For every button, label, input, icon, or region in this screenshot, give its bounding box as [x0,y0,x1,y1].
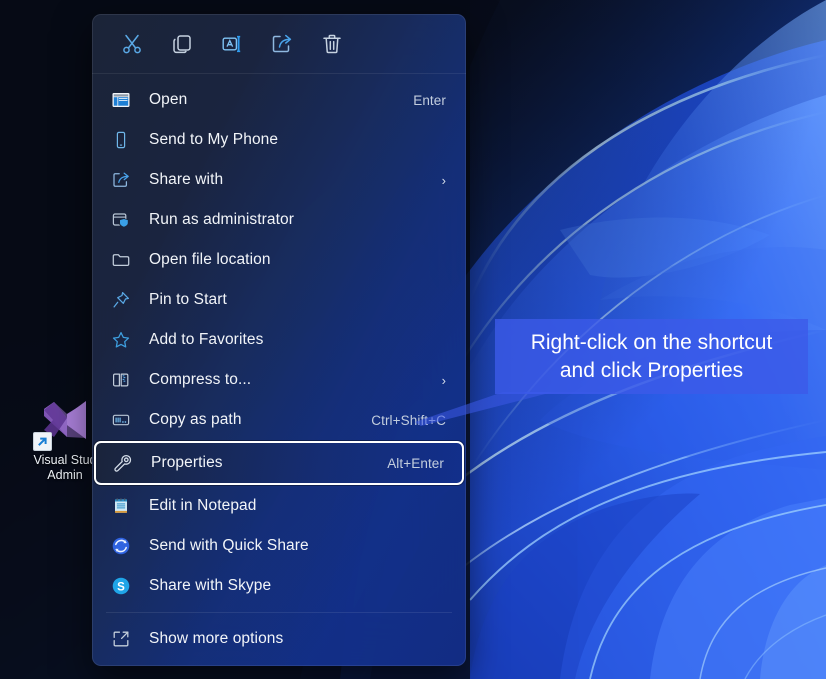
menu-item-label: Open file location [149,251,271,268]
chevron-right-icon: › [441,372,446,388]
star-icon [110,329,132,351]
copy-icon [170,32,194,56]
rename-button[interactable] [208,24,256,64]
context-menu[interactable]: Open Enter Send to My Phone Share with ›… [92,14,466,666]
quick-share-icon [110,535,132,557]
menu-item-copy-as-path[interactable]: Copy as path Ctrl+Shift+C [100,400,458,440]
share-icon [270,32,294,56]
menu-item-pin-to-start[interactable]: Pin to Start [100,280,458,320]
menu-item-compress-to[interactable]: Compress to... › [100,360,458,400]
menu-item-label: Edit in Notepad [149,497,257,514]
trash-icon [320,32,344,56]
menu-item-accelerator: Enter [413,92,446,108]
menu-item-accelerator: Alt+Enter [387,455,444,471]
menu-item-label: Properties [151,454,223,471]
visual-studio-icon [33,392,93,451]
menu-item-properties[interactable]: Properties Alt+Enter [94,441,464,485]
context-menu-command-bar [92,14,466,74]
shortcut-arrow-icon [33,432,52,451]
menu-item-label: Send to My Phone [149,131,279,148]
menu-item-send-with-quick-share[interactable]: Send with Quick Share [100,526,458,566]
menu-item-label: Share with [149,171,224,188]
menu-separator [106,612,452,613]
shield-window-icon [110,209,132,231]
callout-bubble: Right-click on the shortcut and click Pr… [495,319,808,394]
more-options-icon [110,628,132,650]
menu-item-label: Add to Favorites [149,331,264,348]
icon-label-line1: Visual Stud [33,453,97,467]
menu-item-run-as-administrator[interactable]: Run as administrator [100,200,458,240]
context-menu-items: Open Enter Send to My Phone Share with ›… [92,74,466,659]
menu-item-label: Run as administrator [149,211,295,228]
callout-line-2: and click Properties [559,358,744,382]
menu-item-label: Pin to Start [149,291,227,308]
menu-item-label: Compress to... [149,371,252,388]
menu-item-label: Open [149,91,188,108]
phone-icon [110,129,132,151]
menu-item-share-with-skype[interactable]: S Share with Skype [100,566,458,606]
cut-button[interactable] [108,24,156,64]
menu-item-add-to-favorites[interactable]: Add to Favorites [100,320,458,360]
pin-icon [110,289,132,311]
menu-item-open-file-location[interactable]: Open file location [100,240,458,280]
menu-item-open[interactable]: Open Enter [100,80,458,120]
menu-item-label: Send with Quick Share [149,537,309,554]
menu-item-edit-in-notepad[interactable]: Edit in Notepad [100,486,458,526]
window-open-icon [110,89,132,111]
svg-text:S: S [117,581,125,593]
menu-item-show-more-options[interactable]: Show more options [100,619,458,659]
menu-item-label: Copy as path [149,411,242,428]
chevron-right-icon: › [441,172,446,188]
scissors-icon [120,32,144,56]
skype-icon: S [110,575,132,597]
callout-line-1: Right-click on the shortcut [530,330,773,354]
share-with-icon [110,169,132,191]
instruction-callout: Right-click on the shortcut and click Pr… [415,319,808,426]
share-button[interactable] [258,24,306,64]
copy-path-icon [110,409,132,431]
menu-item-label: Show more options [149,630,284,647]
menu-item-share-with[interactable]: Share with › [100,160,458,200]
callout-tail [415,392,615,428]
folder-icon [110,249,132,271]
rename-icon [220,32,244,56]
menu-item-label: Share with Skype [149,577,272,594]
notepad-icon [110,495,132,517]
menu-item-send-to-my-phone[interactable]: Send to My Phone [100,120,458,160]
wrench-icon [112,452,134,474]
delete-button[interactable] [308,24,356,64]
compress-zip-icon [110,369,132,391]
icon-label-line2: Admin [47,468,83,482]
copy-button[interactable] [158,24,206,64]
